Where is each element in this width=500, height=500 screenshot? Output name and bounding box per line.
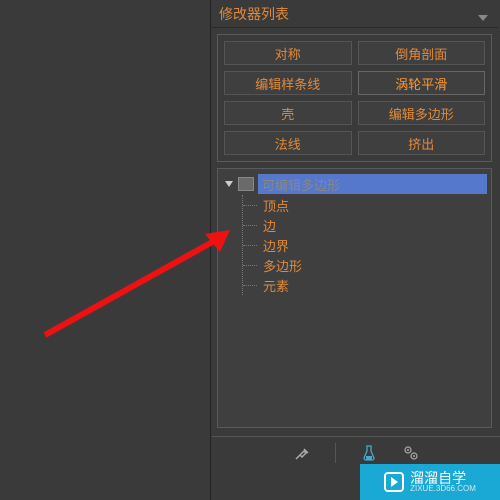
- tree-item-label: 元素: [263, 276, 289, 295]
- tree-collapse-icon[interactable]: [222, 177, 236, 191]
- symmetry-button[interactable]: 对称: [224, 41, 352, 65]
- button-row: 壳 编辑多边形: [224, 101, 485, 125]
- turbosmooth-button[interactable]: 涡轮平滑: [358, 71, 486, 95]
- watermark-label: 溜溜自学: [410, 471, 476, 485]
- tree-item-label: 边: [263, 216, 276, 235]
- tree-item-label: 顶点: [263, 196, 289, 215]
- tree-item-label: 边界: [263, 236, 289, 255]
- button-row: 法线 挤出: [224, 131, 485, 155]
- extrude-button[interactable]: 挤出: [358, 131, 486, 155]
- shell-button[interactable]: 壳: [224, 101, 352, 125]
- edit-spline-button[interactable]: 编辑样条线: [224, 71, 352, 95]
- watermark-badge: 溜溜自学 ZIXUE.3D66.COM: [360, 464, 500, 500]
- toolbar-divider: [335, 443, 336, 463]
- button-row: 编辑样条线 涡轮平滑: [224, 71, 485, 95]
- tree-item-border[interactable]: 边界: [243, 235, 487, 255]
- play-icon: [384, 472, 404, 492]
- tree-root-row[interactable]: 可编辑多边形: [222, 173, 487, 195]
- panel-header[interactable]: 修改器列表: [211, 0, 498, 28]
- modifier-panel: 修改器列表 对称 倒角剖面 编辑样条线 涡轮平滑 壳 编辑多边形 法线 挤出 可…: [210, 0, 498, 500]
- tree-root-label[interactable]: 可编辑多边形: [258, 174, 487, 194]
- chamfer-profile-button[interactable]: 倒角剖面: [358, 41, 486, 65]
- modifier-tree: 可编辑多边形 顶点 边 边界 多边形 元素: [222, 173, 487, 295]
- editable-poly-icon: [238, 177, 254, 191]
- watermark-sub: ZIXUE.3D66.COM: [410, 485, 476, 493]
- edit-poly-button[interactable]: 编辑多边形: [358, 101, 486, 125]
- chevron-down-icon: [478, 8, 488, 26]
- configure-icon[interactable]: [402, 444, 420, 462]
- tree-item-element[interactable]: 元素: [243, 275, 487, 295]
- tree-children: 顶点 边 边界 多边形 元素: [242, 195, 487, 295]
- tree-item-label: 多边形: [263, 256, 302, 275]
- beaker-icon[interactable]: [360, 444, 378, 462]
- tree-item-edge[interactable]: 边: [243, 215, 487, 235]
- modifier-stack: 可编辑多边形 顶点 边 边界 多边形 元素: [217, 168, 492, 428]
- pin-icon[interactable]: [293, 444, 311, 462]
- button-row: 对称 倒角剖面: [224, 41, 485, 65]
- tree-item-vertex[interactable]: 顶点: [243, 195, 487, 215]
- panel-title: 修改器列表: [219, 4, 289, 24]
- tree-item-polygon[interactable]: 多边形: [243, 255, 487, 275]
- watermark-text: 溜溜自学 ZIXUE.3D66.COM: [410, 471, 476, 493]
- normal-button[interactable]: 法线: [224, 131, 352, 155]
- modifier-buttons-frame: 对称 倒角剖面 编辑样条线 涡轮平滑 壳 编辑多边形 法线 挤出: [217, 34, 492, 162]
